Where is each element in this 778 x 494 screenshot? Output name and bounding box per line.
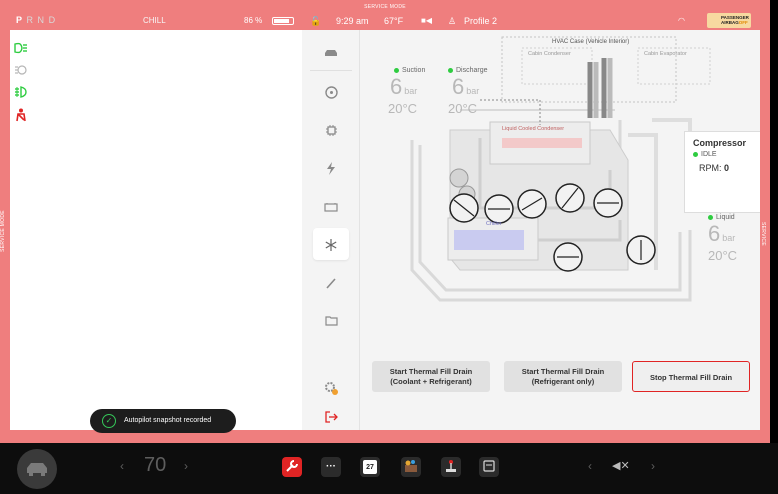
temp-down-chevron-icon[interactable]: ‹ bbox=[120, 459, 124, 473]
sidebar-divider bbox=[310, 70, 352, 71]
volume-up-chevron-icon[interactable]: › bbox=[651, 459, 655, 473]
chiller-label: Chiller bbox=[486, 221, 502, 227]
compressor-rpm: RPM: 0 bbox=[699, 163, 729, 173]
calendar-icon[interactable]: 27 bbox=[360, 457, 380, 477]
start-fill-drain-refrigerant-button[interactable]: Start Thermal Fill Drain (Refrigerant on… bbox=[504, 361, 622, 392]
drive-mode: CHILL bbox=[143, 16, 166, 25]
start-fill-drain-coolant-refrigerant-button[interactable]: Start Thermal Fill Drain (Coolant + Refr… bbox=[372, 361, 490, 392]
taskbar: ‹ 70 › ··· 27 ‹ ◀✕ › bbox=[0, 443, 778, 494]
cabin-temperature: 70 bbox=[144, 454, 167, 476]
liquid-temperature: 20°C bbox=[708, 248, 738, 263]
button-line2: (Coolant + Refrigerant) bbox=[390, 377, 472, 386]
sidebar-lightning-icon[interactable] bbox=[313, 152, 349, 184]
joystick-icon[interactable] bbox=[441, 457, 461, 477]
liquid-pressure: 6 bar bbox=[708, 221, 735, 247]
sidebar-battery-icon[interactable] bbox=[313, 190, 349, 222]
sidebar-chip-icon[interactable] bbox=[313, 114, 349, 146]
suction-label-text: Suction bbox=[402, 67, 426, 74]
service-wrench-icon[interactable] bbox=[282, 457, 302, 477]
sidebar-wiper-icon[interactable] bbox=[313, 266, 349, 298]
profile-icon[interactable]: ♙ bbox=[448, 16, 456, 27]
liquid-cooled-condenser-label: Liquid Cooled Condenser bbox=[502, 126, 565, 132]
lock-icon[interactable]: 🔓 bbox=[310, 16, 321, 27]
sidebar-folder-icon[interactable] bbox=[313, 304, 349, 336]
compressor-state-text: IDLE bbox=[701, 151, 717, 158]
passenger-airbag-status: PASSENGER AIRBAGOFF bbox=[707, 13, 751, 28]
compressor-rpm-value: 0 bbox=[724, 163, 730, 173]
liquid-pressure-value: 6 bbox=[708, 221, 721, 246]
temp-up-chevron-icon[interactable]: › bbox=[184, 459, 188, 473]
autopilot-snapshot-toast: ✓ Autopilot snapshot recorded bbox=[90, 409, 236, 433]
sidebar-car-icon[interactable] bbox=[313, 36, 349, 68]
dashcam-record-icon[interactable]: ■◀ bbox=[421, 16, 432, 25]
car-controls-button[interactable] bbox=[17, 449, 57, 489]
discharge-temperature: 20°C bbox=[448, 101, 478, 116]
calendar-day: 27 bbox=[363, 460, 377, 474]
wifi-icon: ◠ bbox=[678, 16, 685, 25]
gear-n: N bbox=[37, 15, 46, 25]
compressor-title: Compressor bbox=[693, 138, 747, 148]
liquid-pressure-unit: bar bbox=[722, 233, 736, 243]
left-status-bar: P R N D CHILL 86 % bbox=[10, 12, 302, 30]
toast-text: Autopilot snapshot recorded bbox=[124, 417, 212, 424]
liquid-label: Liquid bbox=[708, 214, 735, 221]
sidebar-thermal-snowflake-icon[interactable] bbox=[313, 228, 349, 260]
gear-r: R bbox=[26, 15, 35, 25]
suction-pressure-value: 6 bbox=[390, 74, 403, 99]
screen: SERVICE MODE SERVICE MODE SERVICE MODE P… bbox=[0, 0, 778, 494]
discharge-pressure-unit: bar bbox=[466, 86, 480, 96]
car-icon bbox=[27, 463, 47, 476]
outside-temperature: 67°F bbox=[384, 16, 404, 26]
button-line1: Start Thermal Fill Drain bbox=[521, 367, 605, 376]
sidebar-exit-icon[interactable] bbox=[313, 400, 349, 432]
seatbelt-warning-icon bbox=[14, 108, 28, 125]
discharge-label: Discharge bbox=[448, 67, 488, 74]
button-line1: Start Thermal Fill Drain bbox=[389, 367, 473, 376]
hvac-case-label: HVAC Case (Vehicle Interior) bbox=[552, 39, 630, 45]
service-sidebar bbox=[302, 30, 360, 430]
gear-d: D bbox=[48, 15, 57, 25]
battery-fill bbox=[274, 19, 290, 23]
cabin-evaporator-label: Cabin Evaporator bbox=[644, 51, 687, 57]
volume-muted-icon[interactable]: ◀✕ bbox=[612, 459, 630, 472]
dashcam-viewer-icon[interactable] bbox=[479, 457, 499, 477]
battery-icon bbox=[272, 17, 294, 25]
service-mode-label-top: SERVICE MODE bbox=[364, 4, 406, 10]
headlights-icon bbox=[14, 42, 28, 57]
liquid-label-text: Liquid bbox=[716, 214, 735, 221]
gear-p: P bbox=[16, 15, 24, 25]
button-line2: (Refrigerant only) bbox=[531, 377, 595, 386]
top-status-bar: 🔓 9:29 am 67°F ■◀ ♙ Profile 2 ◠ PASSENGE… bbox=[302, 12, 760, 30]
gear-selector: P R N D bbox=[16, 15, 56, 25]
driving-panel: P R N D CHILL 86 % ✓ Autopilot snapshot … bbox=[10, 12, 302, 433]
discharge-pressure-value: 6 bbox=[452, 74, 465, 99]
profile-name[interactable]: Profile 2 bbox=[464, 16, 497, 26]
compressor-card: Compressor IDLE RPM: 0 bbox=[684, 131, 760, 213]
suction-label: Suction bbox=[394, 67, 425, 74]
service-panel: 🔓 9:29 am 67°F ■◀ ♙ Profile 2 ◠ PASSENGE… bbox=[302, 12, 760, 430]
compressor-rpm-label: RPM: bbox=[699, 163, 722, 173]
thermal-diagram: Suction 6 bar 20°C Discharge 6 bar 20°C HV… bbox=[360, 30, 760, 430]
stop-fill-drain-button[interactable]: Stop Thermal Fill Drain bbox=[632, 361, 750, 392]
clock: 9:29 am bbox=[336, 16, 369, 26]
suction-pressure: 6 bar bbox=[390, 74, 417, 100]
suction-temperature: 20°C bbox=[388, 101, 418, 116]
check-icon: ✓ bbox=[102, 414, 116, 428]
discharge-label-text: Discharge bbox=[456, 67, 488, 74]
volume-down-chevron-icon[interactable]: ‹ bbox=[588, 459, 592, 473]
more-dots-icon[interactable]: ··· bbox=[321, 457, 341, 477]
service-mode-label-left: SERVICE MODE bbox=[0, 210, 6, 252]
discharge-pressure: 6 bar bbox=[452, 74, 479, 100]
suction-pressure-unit: bar bbox=[404, 86, 418, 96]
sidebar-steering-wheel-icon[interactable] bbox=[313, 76, 349, 108]
airbag-line2: AIRBAG bbox=[721, 20, 739, 25]
battery-percent: 86 % bbox=[244, 16, 263, 25]
cabin-condenser-label: Cabin Condenser bbox=[528, 51, 571, 57]
compressor-state: IDLE bbox=[693, 151, 717, 158]
toybox-icon[interactable] bbox=[401, 457, 421, 477]
parking-lights-icon bbox=[14, 64, 28, 79]
airbag-state: OFF bbox=[738, 20, 748, 25]
fog-lights-icon bbox=[14, 86, 28, 101]
